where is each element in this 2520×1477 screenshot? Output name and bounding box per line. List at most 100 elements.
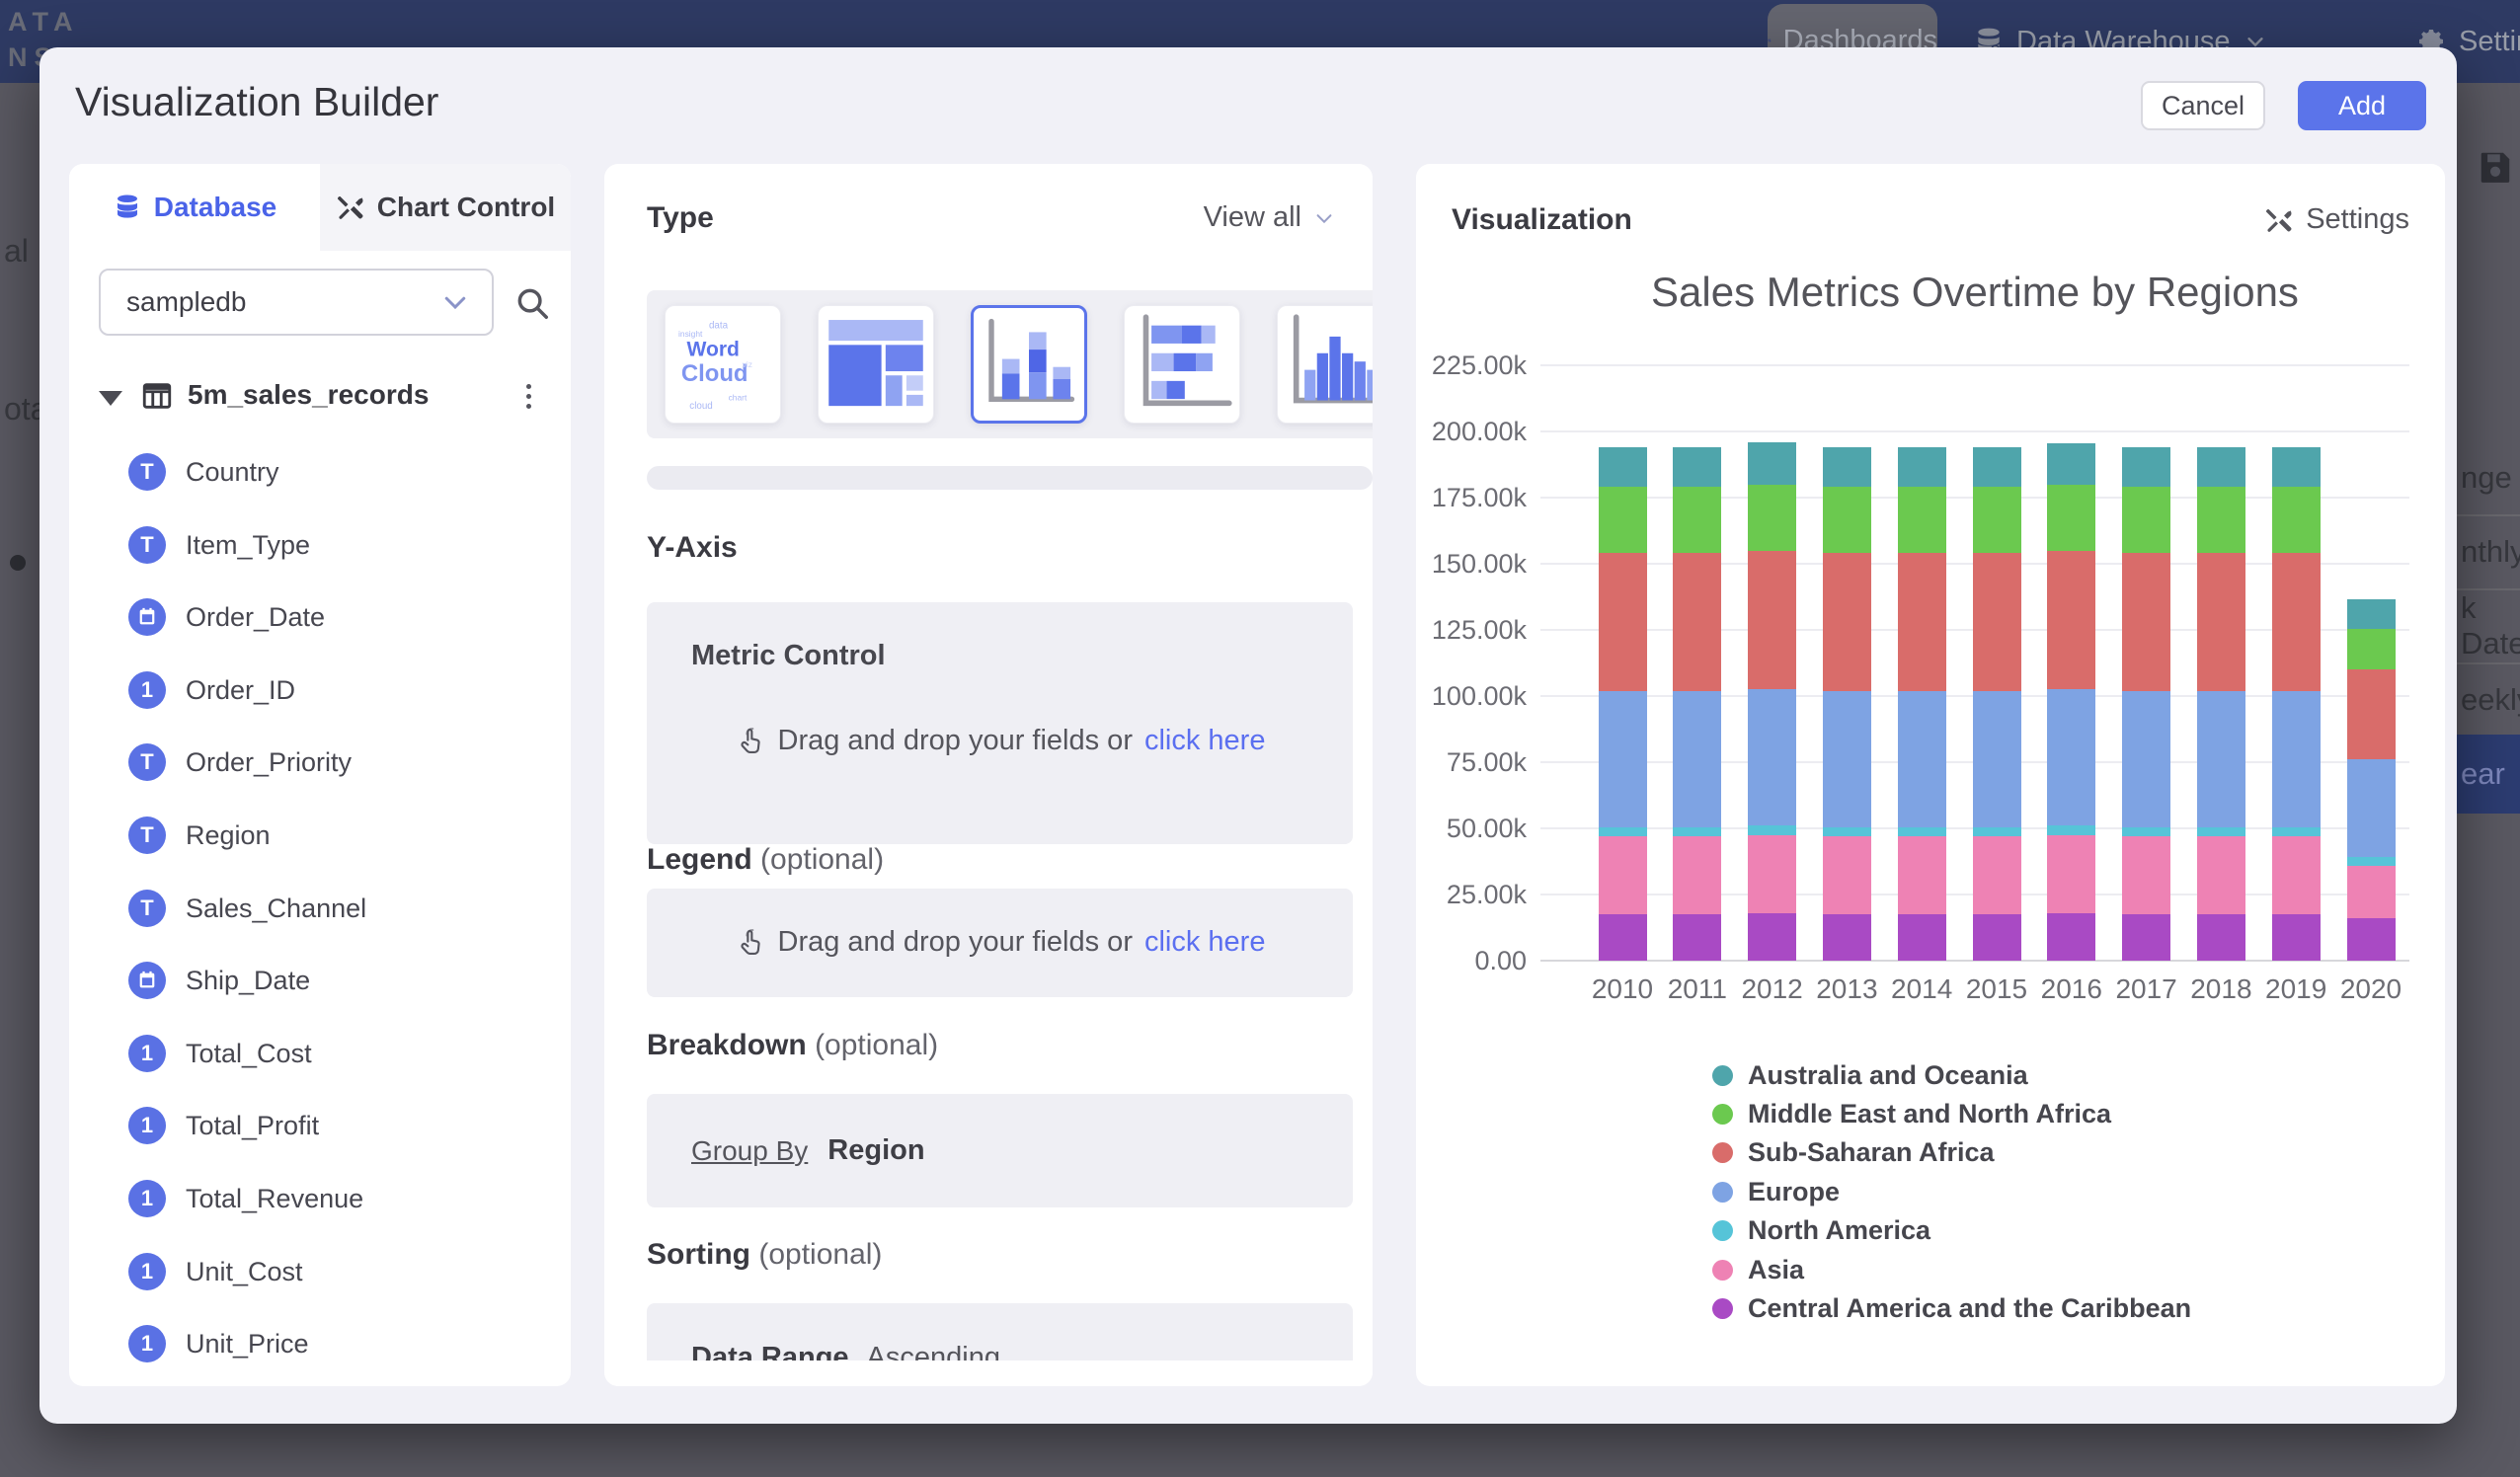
bar-segment <box>1599 487 1647 553</box>
field-label: Sales_Channel <box>186 894 366 924</box>
bar-2013[interactable] <box>1823 164 1871 961</box>
field-label: Item_Type <box>186 530 310 561</box>
metric-click-here-link[interactable]: click here <box>1144 725 1266 757</box>
chart-type-card-stacked-column[interactable] <box>971 305 1087 424</box>
legend-dot <box>1712 1142 1733 1163</box>
bar-segment <box>2347 629 2396 670</box>
visualization-panel: Visualization Settings Sales Metrics Ove… <box>1416 164 2445 1386</box>
legend-item[interactable]: Middle East and North Africa <box>1712 1097 2111 1130</box>
bar-segment <box>1973 691 2021 827</box>
legend-item[interactable]: Sub-Saharan Africa <box>1712 1136 1995 1170</box>
text-type-icon: T <box>128 743 166 781</box>
bar-segment <box>2272 827 2321 836</box>
field-label: Total_Profit <box>186 1111 319 1141</box>
bar-2020[interactable] <box>2347 164 2396 961</box>
group-by-link[interactable]: Group By <box>691 1135 808 1167</box>
chart-type-card-histogram[interactable] <box>1277 305 1373 424</box>
database-panel: Database Chart Control sampledb <box>69 164 571 1386</box>
legend-item[interactable]: Asia <box>1712 1253 1804 1286</box>
bar-2014[interactable] <box>1898 164 1946 961</box>
bar-segment <box>2047 825 2095 834</box>
legend-click-here-link[interactable]: click here <box>1144 926 1266 959</box>
bar-2016[interactable] <box>2047 164 2095 961</box>
legend-dropzone[interactable]: Drag and drop your fields or click here <box>647 889 1353 997</box>
bar-segment <box>1898 553 1946 690</box>
y-tick-label: 175.00k <box>1416 482 1527 513</box>
legend-dot <box>1712 1220 1733 1241</box>
view-all-label: View all <box>1204 201 1301 234</box>
field-item-sales_channel[interactable]: T Sales_Channel <box>69 890 571 929</box>
bar-2011[interactable] <box>1673 164 1721 961</box>
bar-2012[interactable] <box>1748 164 1796 961</box>
legend-item[interactable]: Australia and Oceania <box>1712 1058 2028 1092</box>
legend-label: Central America and the Caribbean <box>1748 1293 2191 1324</box>
text-type-icon: T <box>128 890 166 927</box>
tab-chart-control-label: Chart Control <box>377 192 555 223</box>
metric-control-dropzone[interactable]: Metric Control Drag and drop your fields… <box>647 602 1353 844</box>
database-icon <box>113 193 142 222</box>
field-item-region[interactable]: TRegion <box>69 816 571 856</box>
occluded-menu-item: eekly <box>2457 662 2520 738</box>
bar-2018[interactable] <box>2197 164 2245 961</box>
caret-down-icon[interactable] <box>99 391 122 406</box>
field-item-ship_date[interactable]: Ship_Date <box>69 962 571 1001</box>
field-item-order_id[interactable]: 1Order_ID <box>69 671 571 711</box>
field-item-country[interactable]: TCountry <box>69 453 571 493</box>
field-item-total_profit[interactable]: 1 Total_Profit <box>69 1107 571 1146</box>
bar-segment <box>1898 914 1946 961</box>
svg-text:insight: insight <box>678 329 703 339</box>
bar-segment <box>2347 599 2396 628</box>
bar-2010[interactable] <box>1599 164 1647 961</box>
legend-dot <box>1712 1298 1733 1319</box>
legend-dot <box>1712 1260 1733 1281</box>
bar-2019[interactable] <box>2272 164 2321 961</box>
nav-settings-label: Settin <box>2459 26 2520 58</box>
bar-segment <box>2347 669 2396 759</box>
chart-type-card-word-cloud[interactable]: WordClouddatainsightchartcloudviz <box>665 305 781 424</box>
bar-segment <box>1823 691 1871 827</box>
bar-segment <box>1599 447 1647 487</box>
field-item-item_type[interactable]: TItem_Type <box>69 526 571 566</box>
svg-text:Cloud: Cloud <box>681 360 748 387</box>
table-tree-header[interactable]: 5m_sales_records <box>69 377 571 417</box>
view-all-dropdown[interactable]: View all <box>1157 201 1335 234</box>
breakdown-card: Group By Region <box>647 1094 1353 1207</box>
bar-segment <box>1748 689 1796 825</box>
bar-2015[interactable] <box>1973 164 2021 961</box>
bar-segment <box>2122 836 2170 914</box>
field-item-total_revenue[interactable]: 1Total_Revenue <box>69 1180 571 1219</box>
group-by-value[interactable]: Region <box>827 1134 924 1167</box>
chart-type-card-stacked-bar[interactable] <box>1124 305 1240 424</box>
horizontal-scrollbar[interactable] <box>647 466 1373 490</box>
bar-segment <box>1973 553 2021 690</box>
field-item-unit_cost[interactable]: 1Unit_Cost <box>69 1253 571 1292</box>
bar-segment <box>1748 825 1796 834</box>
occluded-menu-item: k Date <box>2457 588 2520 664</box>
chart-type-card-treemap[interactable] <box>818 305 934 424</box>
cancel-button[interactable]: Cancel <box>2141 81 2265 130</box>
legend-dot <box>1712 1065 1733 1086</box>
field-item-unit_price[interactable]: 1Unit_Price <box>69 1325 571 1364</box>
field-item-order_date[interactable]: Order_Date <box>69 598 571 638</box>
field-item-total_cost[interactable]: 1Total_Cost <box>69 1035 571 1074</box>
breakdown-heading: Breakdown (optional) <box>647 1029 938 1062</box>
field-label: Unit_Price <box>186 1329 309 1360</box>
tab-database[interactable]: Database <box>69 164 320 251</box>
bar-segment <box>2122 487 2170 553</box>
legend-item[interactable]: Central America and the Caribbean <box>1712 1291 2191 1325</box>
search-icon[interactable] <box>513 284 551 322</box>
bar-2017[interactable] <box>2122 164 2170 961</box>
bar-segment <box>2122 691 2170 827</box>
bar-segment <box>1823 827 1871 836</box>
legend-item[interactable]: Europe <box>1712 1175 1840 1208</box>
kebab-menu-icon[interactable] <box>512 379 545 413</box>
legend-drop-text: Drag and drop your fields or <box>778 926 1133 959</box>
number-type-icon: 1 <box>128 1107 166 1144</box>
legend-item[interactable]: North America <box>1712 1214 1930 1248</box>
legend-label: Middle East and North Africa <box>1748 1099 2111 1129</box>
field-item-order_priority[interactable]: TOrder_Priority <box>69 743 571 783</box>
database-select[interactable]: sampledb <box>99 269 494 336</box>
tab-chart-control[interactable]: Chart Control <box>320 164 571 251</box>
number-type-icon: 1 <box>128 1035 166 1072</box>
add-button[interactable]: Add <box>2298 81 2426 130</box>
